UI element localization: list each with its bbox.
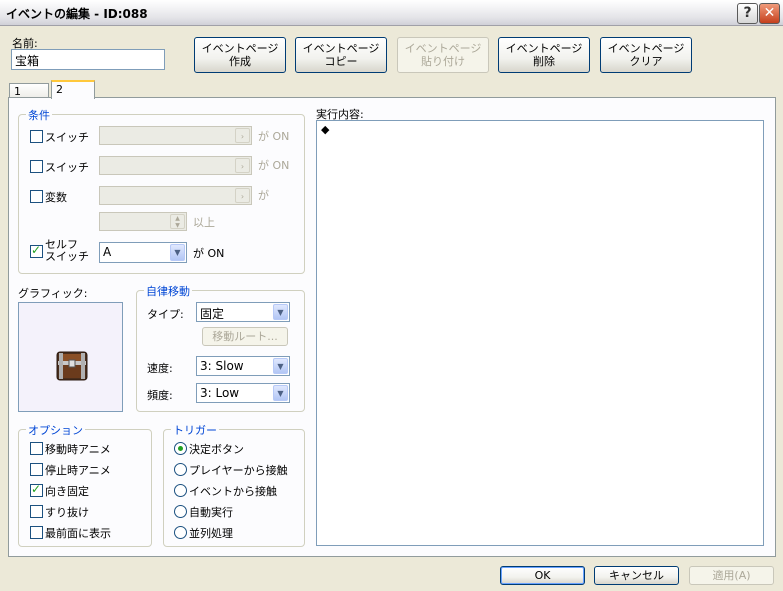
copy-page-label-2: コピー — [324, 55, 358, 68]
freq-select[interactable]: 3: Low ▼ — [196, 383, 290, 403]
always-on-top-label: 最前面に表示 — [45, 527, 111, 540]
through-label: すり抜け — [45, 506, 89, 519]
help-button[interactable]: ? — [737, 3, 758, 24]
conditions-title: 条件 — [26, 107, 52, 123]
chevron-down-icon: ▼ — [170, 244, 185, 261]
self-switch-select[interactable]: A ▼ — [99, 242, 187, 263]
self-switch-suffix: が ON — [193, 247, 225, 260]
create-page-label-1: イベントページ — [201, 42, 279, 55]
name-input[interactable]: 宝箱 — [11, 49, 165, 70]
variable-suffix: が — [258, 189, 269, 202]
clear-page-button[interactable]: イベントページ クリア — [600, 37, 692, 73]
window-title: イベントの編集 - ID:088 — [6, 7, 148, 21]
switch2-select[interactable]: › — [99, 156, 252, 175]
variable-value-stepper[interactable]: ▲ ▼ — [99, 212, 187, 231]
clear-page-label-2: クリア — [629, 55, 663, 68]
speed-select[interactable]: 3: Slow ▼ — [196, 356, 290, 376]
walk-anim-checkbox[interactable] — [30, 442, 43, 455]
freq-value: 3: Low — [200, 386, 240, 400]
switch2-suffix: が ON — [258, 159, 290, 172]
switch1-select[interactable]: › — [99, 126, 252, 145]
step-anim-checkbox[interactable] — [30, 463, 43, 476]
move-route-button[interactable]: 移動ルート... — [202, 327, 288, 346]
trigger-event-touch-radio[interactable] — [174, 484, 187, 497]
trigger-autorun-radio[interactable] — [174, 505, 187, 518]
trigger-event-touch-label: イベントから接触 — [189, 485, 277, 498]
self-switch-label-2: スイッチ — [45, 250, 89, 263]
delete-page-button[interactable]: イベントページ 削除 — [498, 37, 590, 73]
always-on-top-checkbox[interactable] — [30, 526, 43, 539]
trigger-autorun-label: 自動実行 — [189, 506, 233, 519]
title-bar: イベントの編集 - ID:088 ? ✕ — [0, 0, 783, 26]
chevron-right-icon: › — [235, 128, 250, 143]
create-page-button[interactable]: イベントページ 作成 — [194, 37, 286, 73]
paste-page-label-1: イベントページ — [404, 42, 482, 55]
trigger-parallel-radio[interactable] — [174, 526, 187, 539]
graphic-label: グラフィック: — [18, 287, 88, 300]
switch2-checkbox[interactable] — [30, 160, 43, 173]
chevron-right-icon: › — [235, 158, 250, 173]
clear-page-label-1: イベントページ — [607, 42, 685, 55]
switch1-suffix: が ON — [258, 130, 290, 143]
self-switch-checkbox[interactable] — [30, 243, 43, 258]
chevron-right-icon: › — [235, 188, 250, 203]
copy-page-label-1: イベントページ — [302, 42, 380, 55]
step-anim-label: 停止時アニメ — [45, 464, 111, 477]
command-line[interactable]: ◆ — [321, 123, 329, 136]
trigger-title: トリガー — [171, 422, 219, 438]
type-value: 固定 — [200, 307, 225, 321]
speed-label: 速度: — [147, 362, 173, 375]
direction-fix-label: 向き固定 — [45, 485, 89, 498]
freq-label: 頻度: — [147, 389, 173, 402]
cancel-button[interactable]: キャンセル — [594, 566, 679, 585]
switch2-label: スイッチ — [45, 161, 89, 174]
copy-page-button[interactable]: イベントページ コピー — [295, 37, 387, 73]
tab-page-2[interactable]: 2 — [51, 80, 95, 99]
variable-ge-label: 以上 — [193, 216, 215, 229]
trigger-action-radio[interactable] — [174, 442, 187, 455]
apply-button[interactable]: 適用(A) — [689, 566, 774, 585]
paste-page-button[interactable]: イベントページ 貼り付け — [397, 37, 489, 73]
chevron-down-icon: ▼ — [273, 304, 288, 320]
type-label: タイプ: — [147, 308, 184, 321]
create-page-label-2: 作成 — [229, 55, 251, 68]
delete-page-label-2: 削除 — [533, 55, 555, 68]
options-title: オプション — [26, 422, 85, 438]
graphic-preview[interactable] — [18, 302, 123, 412]
treasure-chest-icon — [56, 351, 88, 381]
autonomous-title: 自律移動 — [144, 283, 192, 299]
walk-anim-label: 移動時アニメ — [45, 443, 111, 456]
trigger-player-touch-label: プレイヤーから接触 — [189, 464, 288, 477]
switch1-checkbox[interactable] — [30, 130, 43, 143]
through-checkbox[interactable] — [30, 505, 43, 518]
type-select[interactable]: 固定 ▼ — [196, 302, 290, 322]
paste-page-label-2: 貼り付け — [421, 55, 465, 68]
chevron-down-icon: ▼ — [273, 358, 288, 374]
delete-page-label-1: イベントページ — [505, 42, 583, 55]
trigger-parallel-label: 並列処理 — [189, 527, 233, 540]
self-switch-value: A — [103, 245, 112, 259]
chevron-down-icon: ▼ — [273, 385, 288, 401]
variable-checkbox[interactable] — [30, 190, 43, 203]
spinner-icon: ▲ ▼ — [170, 214, 185, 229]
variable-label: 変数 — [45, 191, 67, 204]
direction-fix-checkbox[interactable] — [30, 482, 43, 497]
variable-select[interactable]: › — [99, 186, 252, 205]
self-switch-label: セルフ スイッチ — [45, 239, 89, 263]
trigger-player-touch-radio[interactable] — [174, 463, 187, 476]
switch1-label: スイッチ — [45, 131, 89, 144]
ok-button[interactable]: OK — [500, 566, 585, 585]
close-button[interactable]: ✕ — [759, 3, 780, 24]
trigger-action-label: 決定ボタン — [189, 443, 244, 456]
speed-value: 3: Slow — [200, 359, 244, 373]
event-command-list[interactable]: ◆ — [316, 120, 764, 546]
